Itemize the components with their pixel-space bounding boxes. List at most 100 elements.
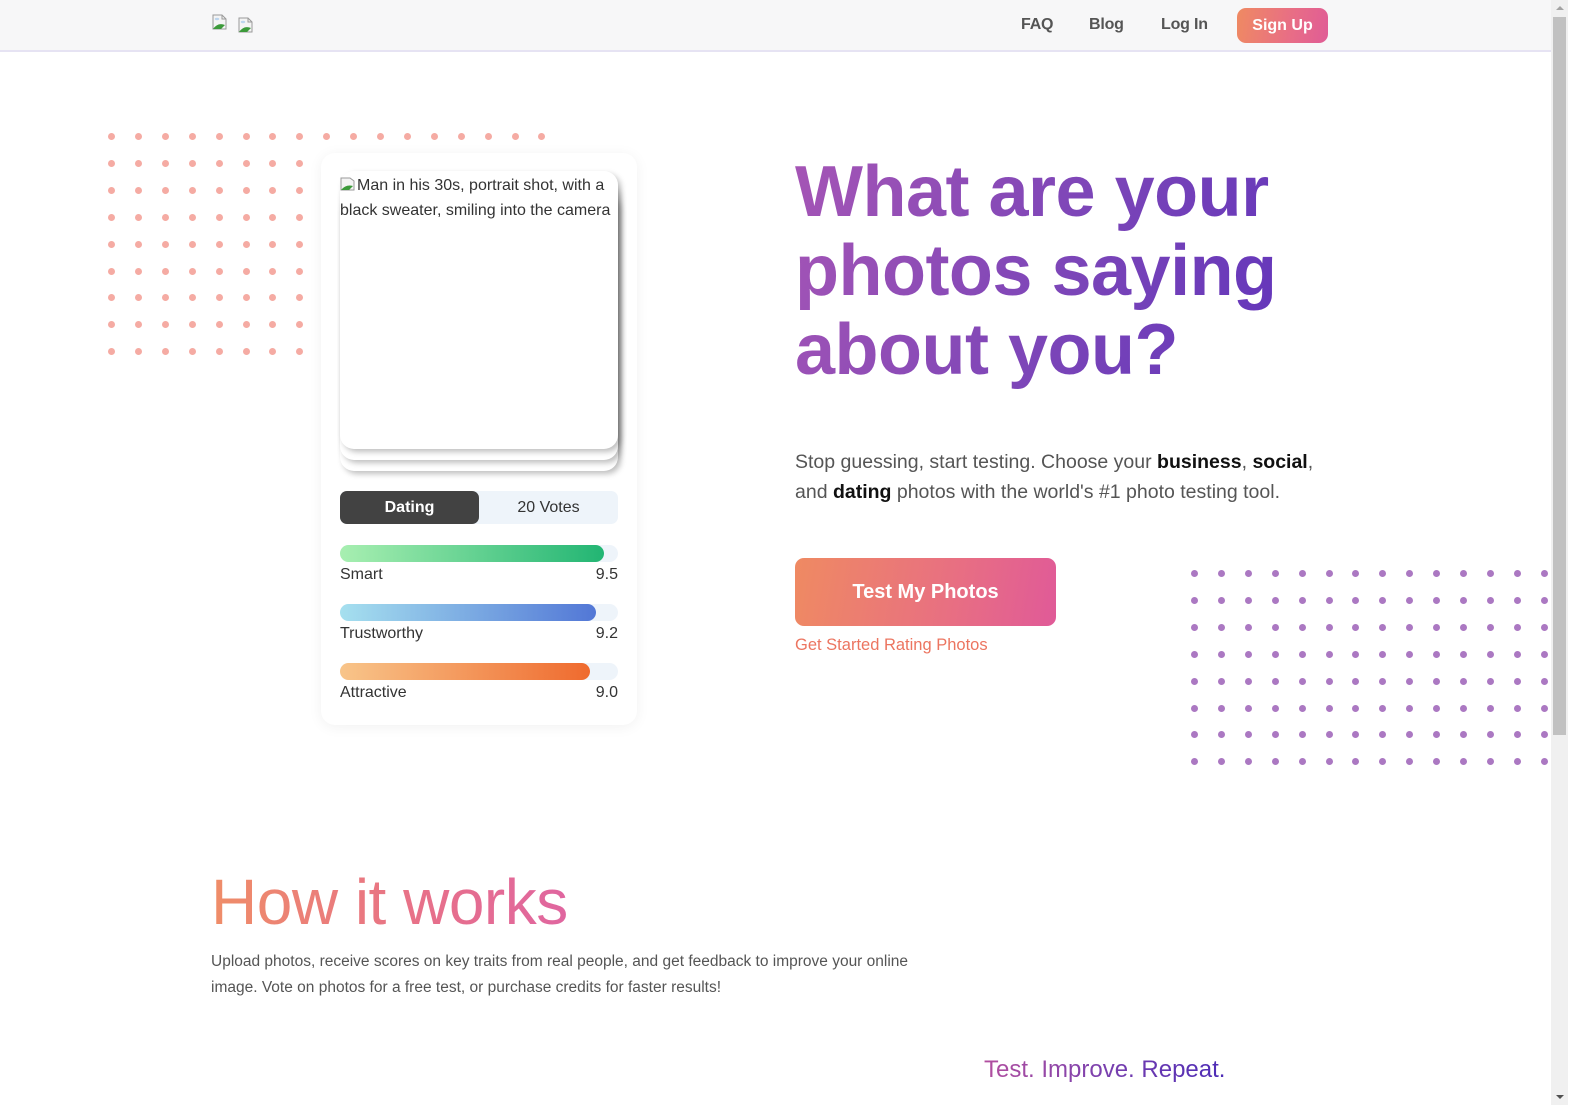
decorative-dot [1217, 570, 1225, 577]
decorative-dot [1486, 704, 1494, 712]
decorative-dot [1298, 623, 1306, 631]
decorative-dot [1271, 570, 1279, 577]
signup-button[interactable]: Sign Up [1237, 8, 1328, 43]
decorative-dot [1513, 704, 1521, 712]
decorative-dot [1352, 650, 1360, 658]
decorative-dot [1540, 704, 1548, 712]
nav-link-login[interactable]: Log In [1161, 16, 1208, 34]
decorative-dot [1298, 570, 1306, 577]
decorative-dot [161, 267, 169, 275]
decorative-dot [1298, 731, 1306, 739]
scrollbar-thumb[interactable] [1553, 17, 1566, 735]
decorative-dot [1271, 731, 1279, 739]
decorative-dot [430, 133, 438, 140]
vertical-scrollbar[interactable] [1551, 0, 1568, 1105]
decorative-dot [296, 267, 304, 275]
decorative-dot [269, 159, 277, 167]
decorative-dot [1406, 623, 1414, 631]
decorative-dot [269, 267, 277, 275]
decorative-dot [108, 321, 115, 329]
decorative-dot [1217, 704, 1225, 712]
decorative-dot [1540, 731, 1548, 739]
metric-attractive: Attractive 9.0 [340, 663, 618, 703]
decorative-dot [134, 321, 142, 329]
metric-label: Smart [340, 566, 383, 583]
decorative-dot [242, 133, 250, 140]
metric-fill-bar [340, 663, 591, 680]
decorative-dot [1379, 731, 1387, 739]
decorative-dot [1325, 758, 1333, 766]
decorative-dot [1486, 650, 1494, 658]
decorative-dot [1379, 596, 1387, 604]
decorative-dot [1217, 596, 1225, 604]
metric-value: 9.5 [595, 566, 618, 583]
decorative-dot [1244, 650, 1252, 658]
decorative-dot [1433, 650, 1441, 658]
tagline: Test. Improve. Repeat. [984, 1053, 1225, 1087]
nav-link-faq[interactable]: FAQ [1021, 16, 1053, 34]
decorative-dot [1379, 677, 1387, 685]
decorative-dot [269, 348, 277, 356]
decorative-dot [134, 267, 142, 275]
metric-fill-bar [340, 604, 596, 621]
decorative-dot [242, 321, 250, 329]
scroll-down-button[interactable] [1551, 1088, 1568, 1105]
subtitle-text: Stop guessing, start testing. Choose you… [795, 451, 1158, 473]
decorative-dot [188, 267, 196, 275]
decorative-dot [1406, 704, 1414, 712]
test-my-photos-button[interactable]: Test My Photos [795, 558, 1056, 626]
decorative-dot [1217, 650, 1225, 658]
logo-image[interactable] [212, 14, 228, 30]
decorative-dot [188, 321, 196, 329]
decorative-dot [350, 133, 358, 140]
decorative-dot [1191, 596, 1198, 604]
decorative-dot [242, 294, 250, 302]
decorative-dot [1513, 623, 1521, 631]
decorative-dot [1379, 623, 1387, 631]
decorative-dot [1433, 731, 1441, 739]
photo-frame[interactable]: Man in his 30s, portrait shot, with a bl… [340, 171, 618, 449]
brand-image[interactable] [238, 17, 254, 33]
decorative-dot [1460, 677, 1467, 685]
subtitle-emphasis-dating: dating [832, 481, 892, 503]
decorative-dot [1244, 758, 1252, 766]
votes-count[interactable]: 20 Votes [479, 491, 618, 524]
decorative-dot [1325, 731, 1333, 739]
nav-link-blog[interactable]: Blog [1089, 16, 1124, 34]
scroll-up-button[interactable] [1551, 0, 1568, 17]
decorative-dot [1191, 623, 1198, 631]
decorative-dot [161, 294, 169, 302]
decorative-dot [161, 213, 169, 221]
window-edge [1568, 0, 1584, 1105]
decorative-dot [1325, 623, 1333, 631]
decorative-dot [134, 213, 142, 221]
decorative-dot [1513, 758, 1521, 766]
photo-alt-label: Man in his 30s, portrait shot, with a bl… [340, 177, 611, 219]
decorative-dot [1217, 731, 1225, 739]
category-tab-dating[interactable]: Dating [340, 491, 479, 524]
decorative-dot [1433, 677, 1441, 685]
decorative-dot [1460, 623, 1467, 631]
decorative-dot [242, 213, 250, 221]
decorative-dot [1298, 650, 1306, 658]
decorative-dot [1379, 650, 1387, 658]
decorative-dot [1191, 650, 1198, 658]
decorative-dot [1298, 596, 1306, 604]
decorative-dot [188, 348, 196, 356]
decorative-dot [1298, 758, 1306, 766]
get-started-rating-link[interactable]: Get Started Rating Photos [795, 636, 988, 655]
decorative-dot [161, 159, 169, 167]
decorative-dot [1325, 677, 1333, 685]
decorative-dot [242, 159, 250, 167]
page-viewport: FAQ Blog Log In Sign Up Man in his 30s, … [0, 0, 1551, 1105]
decorative-dot [215, 348, 223, 356]
decorative-dot [188, 240, 196, 248]
decorative-dot [1540, 758, 1548, 766]
decorative-dot [1513, 677, 1521, 685]
decorative-dot [1513, 596, 1521, 604]
decorative-dot [1540, 623, 1548, 631]
decorative-dot [1433, 704, 1441, 712]
decorative-dot [1540, 677, 1548, 685]
decorative-dot [108, 186, 115, 194]
decorative-dot [134, 186, 142, 194]
